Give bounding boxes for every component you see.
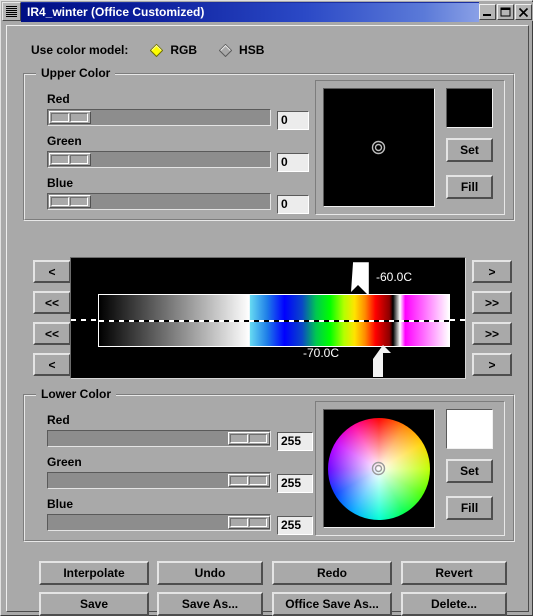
upper-blue-label: Blue [47, 176, 74, 190]
lower-marker-arrow-icon[interactable] [371, 343, 399, 379]
slider-thumb[interactable] [228, 516, 270, 529]
lower-set-button[interactable]: Set [446, 459, 493, 483]
save-button[interactable]: Save [39, 592, 149, 616]
menu-stripes-icon[interactable] [2, 2, 21, 21]
midline-dashes-left [71, 319, 98, 321]
nav-left-double-top[interactable]: << [33, 291, 71, 314]
title-bar-gradient: IR4_winter (Office Customized) [21, 1, 479, 22]
window-title: IR4_winter (Office Customized) [27, 5, 205, 19]
upper-wheel-panel: Set Fill [315, 80, 505, 215]
target-icon [371, 140, 386, 155]
upper-red-label: Red [47, 92, 70, 106]
nav-right-double-top[interactable]: >> [472, 291, 512, 314]
application-window: IR4_winter (Office Customized) Use color… [0, 0, 533, 616]
upper-color-group: Upper Color Red 0 Green 0 Blue 0 Set Fil… [23, 66, 515, 221]
lower-green-label: Green [47, 455, 82, 469]
lower-blue-channel: Blue [47, 497, 271, 531]
lower-color-title: Lower Color [36, 387, 117, 401]
maximize-icon[interactable] [497, 3, 514, 20]
upper-blue-value[interactable]: 0 [277, 195, 309, 214]
lower-green-channel: Green [47, 455, 271, 489]
lower-blue-label: Blue [47, 497, 74, 511]
color-model-row: Use color model: RGB HSB [31, 43, 264, 57]
midline-dashes [99, 320, 449, 322]
radio-rgb[interactable]: RGB [150, 43, 197, 57]
lower-temperature-label: -70.0C [303, 346, 340, 360]
lower-red-value[interactable]: 255 [277, 432, 313, 451]
lower-wheel-panel: Set Fill [315, 401, 505, 536]
revert-button[interactable]: Revert [401, 561, 507, 585]
upper-green-value[interactable]: 0 [277, 153, 309, 172]
upper-green-channel: Green [47, 134, 271, 168]
nav-right-double-bottom[interactable]: >> [472, 322, 512, 345]
window-controls [479, 2, 533, 21]
palette-strip[interactable]: -60.0C -70.0C [70, 257, 466, 379]
lower-fill-button[interactable]: Fill [446, 496, 493, 520]
lower-red-label: Red [47, 413, 70, 427]
upper-color-wheel[interactable] [323, 88, 435, 207]
office-save-as-button[interactable]: Office Save As... [272, 592, 392, 616]
interpolate-button[interactable]: Interpolate [39, 561, 149, 585]
close-icon[interactable] [515, 3, 532, 20]
lower-color-wheel[interactable] [323, 409, 435, 528]
upper-set-button[interactable]: Set [446, 138, 493, 162]
slider-thumb[interactable] [228, 474, 270, 487]
upper-red-slider[interactable] [47, 109, 271, 126]
upper-temperature-label: -60.0C [376, 270, 413, 284]
radio-hsb-label: HSB [239, 43, 265, 57]
upper-color-title: Upper Color [36, 66, 116, 80]
upper-green-slider[interactable] [47, 151, 271, 168]
title-bar: IR4_winter (Office Customized) [2, 1, 533, 22]
upper-green-label: Green [47, 134, 82, 148]
color-model-label: Use color model: [31, 43, 129, 57]
nav-left-double-bottom[interactable]: << [33, 322, 71, 345]
radio-rgb-label: RGB [170, 43, 198, 57]
upper-fill-button[interactable]: Fill [446, 175, 493, 199]
upper-color-swatch [446, 88, 493, 128]
lower-red-slider[interactable] [47, 430, 271, 447]
target-icon [371, 461, 386, 476]
radio-hsb[interactable]: HSB [219, 43, 264, 57]
upper-red-value[interactable]: 0 [277, 111, 309, 130]
upper-blue-channel: Blue [47, 176, 271, 210]
lower-green-value[interactable]: 255 [277, 474, 313, 493]
lower-red-channel: Red [47, 413, 271, 447]
nav-left-single-top[interactable]: < [33, 260, 71, 283]
upper-blue-slider[interactable] [47, 193, 271, 210]
undo-button[interactable]: Undo [157, 561, 263, 585]
slider-thumb[interactable] [228, 432, 270, 445]
slider-thumb[interactable] [49, 111, 91, 124]
lower-blue-slider[interactable] [47, 514, 271, 531]
minimize-icon[interactable] [479, 3, 496, 20]
nav-left-single-bottom[interactable]: < [33, 353, 71, 376]
nav-right-single-top[interactable]: > [472, 260, 512, 283]
lower-color-group: Lower Color Red 255 Green 255 Blue 255 S… [23, 387, 515, 542]
gradient-bar[interactable] [98, 294, 450, 347]
redo-button[interactable]: Redo [272, 561, 392, 585]
slider-thumb[interactable] [49, 153, 91, 166]
save-as-button[interactable]: Save As... [157, 592, 263, 616]
slider-thumb[interactable] [49, 195, 91, 208]
lower-green-slider[interactable] [47, 472, 271, 489]
client-area: Use color model: RGB HSB Upper Color Red… [6, 25, 529, 616]
upper-red-channel: Red [47, 92, 271, 126]
midline-dashes-right [450, 319, 465, 321]
lower-blue-value[interactable]: 255 [277, 516, 313, 535]
diamond-selected-icon [150, 43, 164, 57]
delete-button[interactable]: Delete... [401, 592, 507, 616]
lower-color-swatch [446, 409, 493, 449]
diamond-unselected-icon [219, 43, 233, 57]
nav-right-single-bottom[interactable]: > [472, 353, 512, 376]
